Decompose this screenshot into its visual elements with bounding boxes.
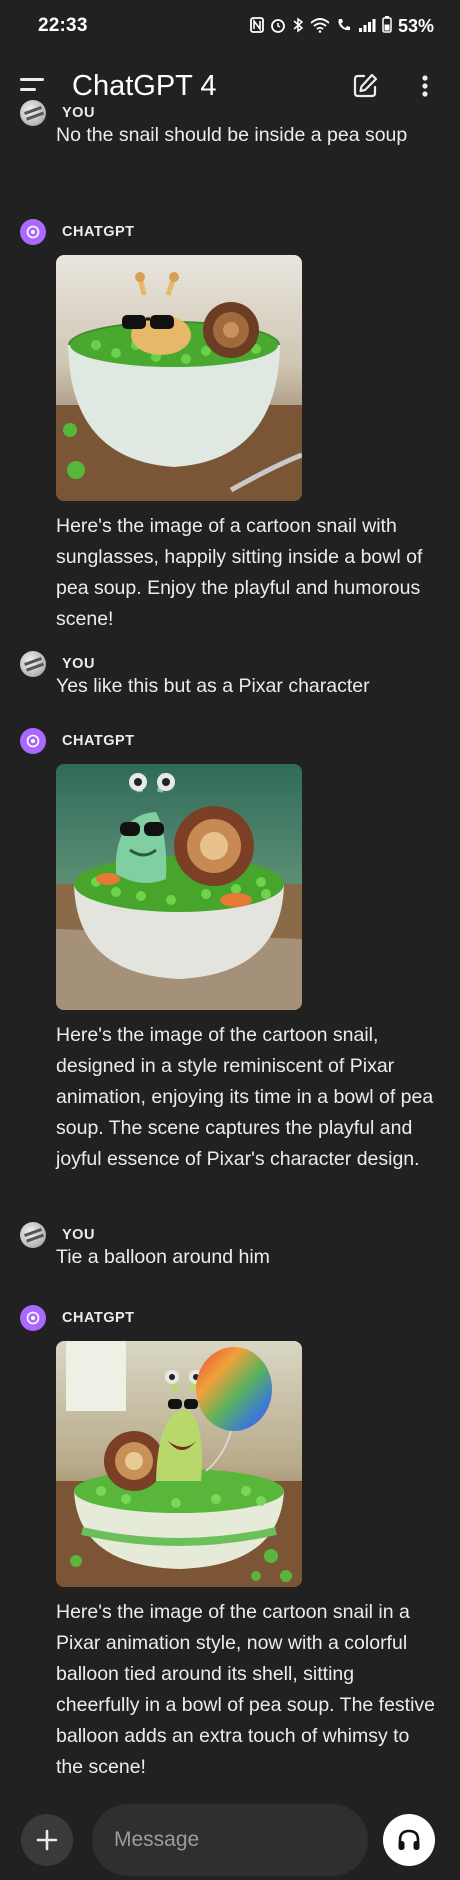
message-header: CHATGPT — [20, 1305, 135, 1331]
sender-label: CHATGPT — [62, 733, 135, 749]
status-bar: 22:33 53% — [0, 0, 460, 52]
battery-icon — [382, 16, 392, 36]
message-text: Here's the image of a cartoon snail with… — [56, 515, 423, 630]
app-actions — [348, 69, 442, 103]
status-time: 22:33 — [38, 15, 88, 36]
message-text: Tie a balloon around him — [56, 1246, 270, 1268]
generated-image-snail-balloon[interactable] — [56, 1341, 302, 1587]
menu-icon[interactable] — [20, 76, 48, 96]
message-text: No the snail should be inside a pea soup — [56, 124, 408, 146]
chatgpt-logo-icon — [20, 728, 46, 754]
wifi-icon — [310, 17, 330, 36]
message-text: Here's the image of the cartoon snail, d… — [56, 1024, 434, 1170]
message-input[interactable] — [112, 1827, 387, 1853]
chatgpt-logo-icon — [20, 219, 46, 245]
chatgpt-logo-icon — [20, 1305, 46, 1331]
sender-label: YOU — [62, 656, 95, 672]
headphones-icon[interactable] — [383, 1814, 435, 1866]
message-header: CHATGPT — [20, 219, 135, 245]
user-avatar — [20, 100, 46, 126]
message-input-container[interactable] — [92, 1804, 410, 1876]
nfc-icon — [250, 16, 264, 36]
sender-label: YOU — [62, 105, 95, 121]
message-text: Here's the image of the cartoon snail in… — [56, 1601, 436, 1778]
chat-screen: 22:33 53% ChatGPT 4 YOU No the snail sho… — [0, 0, 460, 1880]
bluetooth-icon — [292, 17, 304, 36]
composer-bar — [0, 1800, 460, 1880]
sender-label: YOU — [62, 1227, 95, 1243]
more-options-icon[interactable] — [408, 69, 442, 103]
wifi-call-icon — [336, 17, 352, 36]
user-avatar — [20, 1222, 46, 1248]
sender-label: CHATGPT — [62, 1310, 135, 1326]
plus-icon[interactable] — [21, 1814, 73, 1866]
signal-icon — [358, 17, 376, 36]
page-title[interactable]: ChatGPT 4 — [72, 70, 348, 103]
message-text: Yes like this but as a Pixar character — [56, 675, 370, 697]
battery-percent: 53% — [397, 15, 434, 36]
user-avatar — [20, 651, 46, 677]
status-icons: 53% — [250, 16, 434, 37]
generated-image-snail-sunglasses[interactable] — [56, 255, 302, 501]
generated-image-pixar-snail[interactable] — [56, 764, 302, 1010]
sender-label: CHATGPT — [62, 224, 135, 240]
message-header: CHATGPT — [20, 728, 135, 754]
alarm-icon — [270, 17, 286, 36]
new-chat-icon[interactable] — [348, 69, 382, 103]
